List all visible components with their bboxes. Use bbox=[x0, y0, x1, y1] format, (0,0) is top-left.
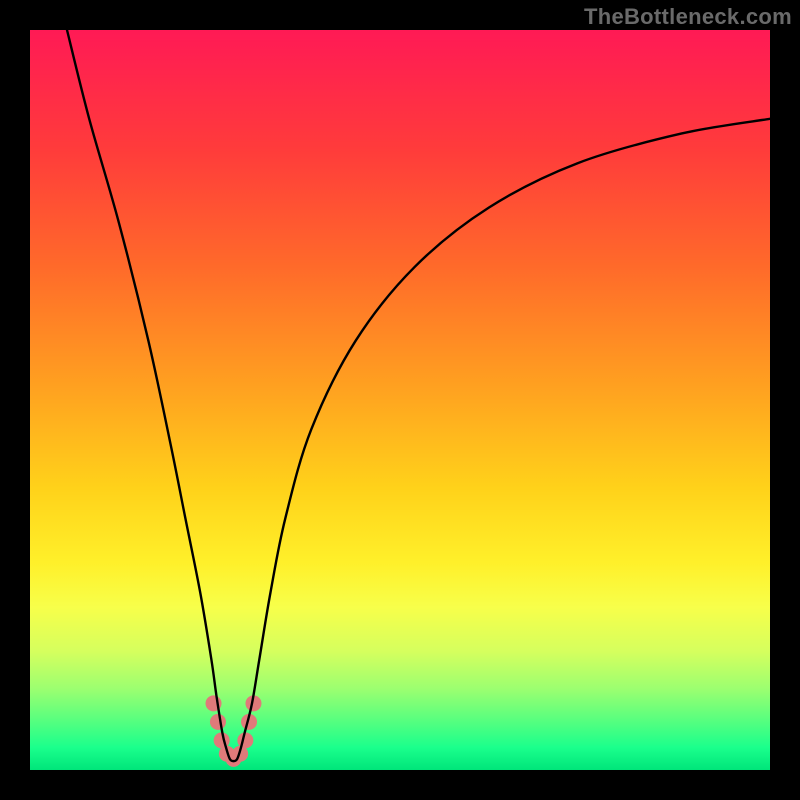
watermark: TheBottleneck.com bbox=[584, 4, 792, 30]
chart-area bbox=[30, 30, 770, 770]
data-marker bbox=[210, 714, 226, 730]
curve-layer bbox=[30, 30, 770, 770]
marker-group bbox=[206, 695, 262, 767]
bottleneck-curve bbox=[67, 30, 770, 761]
